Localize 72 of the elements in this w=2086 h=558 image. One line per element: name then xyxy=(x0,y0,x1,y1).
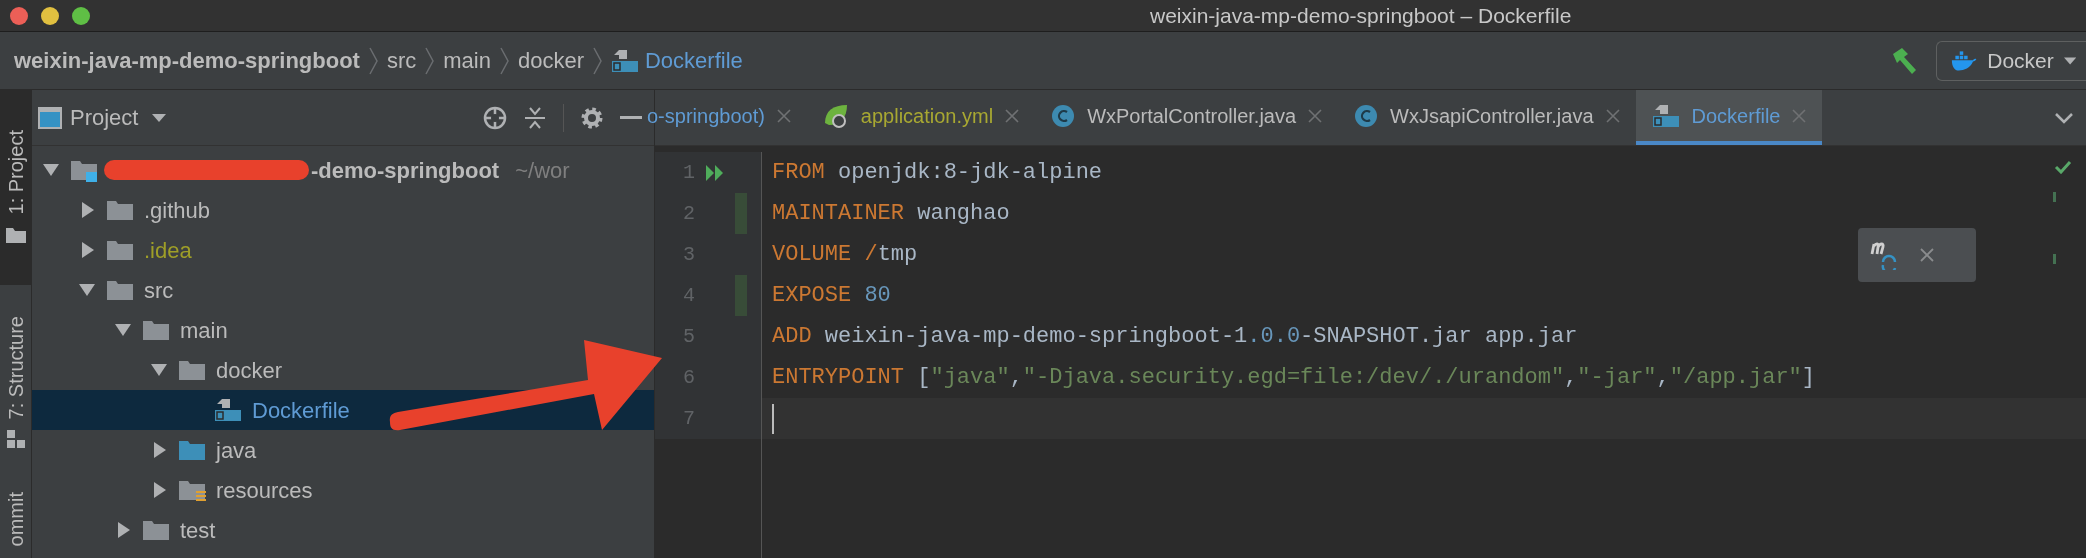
code-line: MAINTAINER wanghao xyxy=(771,200,1010,228)
resources-folder-icon xyxy=(178,478,206,502)
folder-icon xyxy=(178,358,206,382)
code-line: ADD weixin-java-mp-demo-springboot-1.0.0-SNAPSHOT.jar app.jar xyxy=(771,323,1578,351)
tool-window-tab[interactable]: 7: Structure xyxy=(0,285,31,480)
tree-item[interactable]: java xyxy=(32,430,654,470)
module-folder-icon xyxy=(70,158,98,182)
code-line: FROM openjdk:8-jdk-alpine xyxy=(771,159,1103,187)
breadcrumb-item[interactable]: docker xyxy=(517,44,584,77)
locate-icon[interactable] xyxy=(483,105,507,130)
project-view-dropdown[interactable]: Project xyxy=(70,101,167,134)
tool-window-tab[interactable]: 1: Project xyxy=(0,90,31,285)
folder-icon xyxy=(178,438,206,462)
caret-icon xyxy=(152,112,167,123)
chevron-icon xyxy=(498,45,510,76)
tree-item[interactable]: test xyxy=(32,510,654,550)
tree-item[interactable]: resources xyxy=(32,470,654,510)
docker-file-icon xyxy=(611,48,639,73)
maven-reload-icon[interactable] xyxy=(1870,240,1898,270)
window-title: weixin-java-mp-demo-springboot – Dockerfile xyxy=(1150,2,1572,29)
tree-item[interactable]: .github xyxy=(32,190,654,230)
folder-icon xyxy=(142,518,170,542)
text-cursor xyxy=(772,403,774,434)
hide-panel-icon[interactable] xyxy=(620,115,642,120)
tree-item[interactable]: main xyxy=(32,310,654,350)
editor-tab[interactable]: o-springboot) xyxy=(647,90,807,145)
folder-icon xyxy=(106,198,134,222)
tree-item[interactable]: docker xyxy=(32,350,654,390)
minimize-window-button[interactable] xyxy=(41,6,59,25)
breadcrumb-item[interactable]: Dockerfile xyxy=(611,44,743,77)
class-icon xyxy=(1051,103,1076,128)
close-icon[interactable] xyxy=(1920,248,1934,262)
scroll-marker xyxy=(2053,254,2056,264)
caret-icon xyxy=(2063,55,2076,66)
leaf-gear-icon xyxy=(822,102,849,129)
tree-item[interactable]: .idea xyxy=(32,230,654,270)
tree-item[interactable]: src xyxy=(32,270,654,310)
check-icon xyxy=(2054,160,2072,174)
structure-icon xyxy=(5,429,26,450)
docker-file-icon xyxy=(214,398,242,422)
chevron-icon xyxy=(424,45,436,76)
chevron-down-icon[interactable] xyxy=(2054,111,2074,124)
docker-file-icon xyxy=(1651,103,1680,128)
panel-window-icon xyxy=(38,106,62,129)
editor-tab[interactable]: application.yml xyxy=(806,90,1036,145)
whale-icon xyxy=(1951,48,1978,73)
code-line: ENTRYPOINT ["java","-Djava.security.egd=file:/dev/./urandom","-jar","/app.jar"] xyxy=(771,364,1815,392)
change-marker xyxy=(735,275,747,316)
scroll-marker xyxy=(2053,192,2056,202)
tree-item[interactable]: -demo-springboot ~/wor xyxy=(32,150,654,190)
run-icon[interactable] xyxy=(705,163,725,182)
chevron-icon xyxy=(592,45,603,76)
breadcrumb-item[interactable]: main xyxy=(443,44,491,77)
code-line: EXPOSE 80 xyxy=(771,282,891,310)
code-line: VOLUME /tmp xyxy=(771,241,918,269)
chevron-icon xyxy=(367,45,379,76)
tool-window-tab[interactable]: ommit xyxy=(0,480,31,558)
maximize-window-button[interactable] xyxy=(72,6,90,25)
change-marker xyxy=(735,193,747,234)
folder-icon xyxy=(106,238,134,262)
collapse-all-icon[interactable] xyxy=(523,105,547,130)
folder-icon xyxy=(142,318,170,342)
folder-icon xyxy=(106,278,134,302)
breadcrumb-item[interactable]: weixin-java-mp-demo-springboot xyxy=(14,44,360,77)
run-configuration-dropdown[interactable]: Docker xyxy=(1936,40,2086,81)
editor-tab[interactable]: WxJsapiController.java xyxy=(1338,90,1636,145)
editor-tab[interactable]: WxPortalController.java xyxy=(1035,90,1339,145)
class-icon xyxy=(1354,103,1379,128)
close-window-button[interactable] xyxy=(10,6,28,25)
breadcrumb-item[interactable]: src xyxy=(386,44,417,77)
hammer-icon[interactable] xyxy=(1890,47,1918,74)
settings-icon[interactable] xyxy=(580,105,604,130)
